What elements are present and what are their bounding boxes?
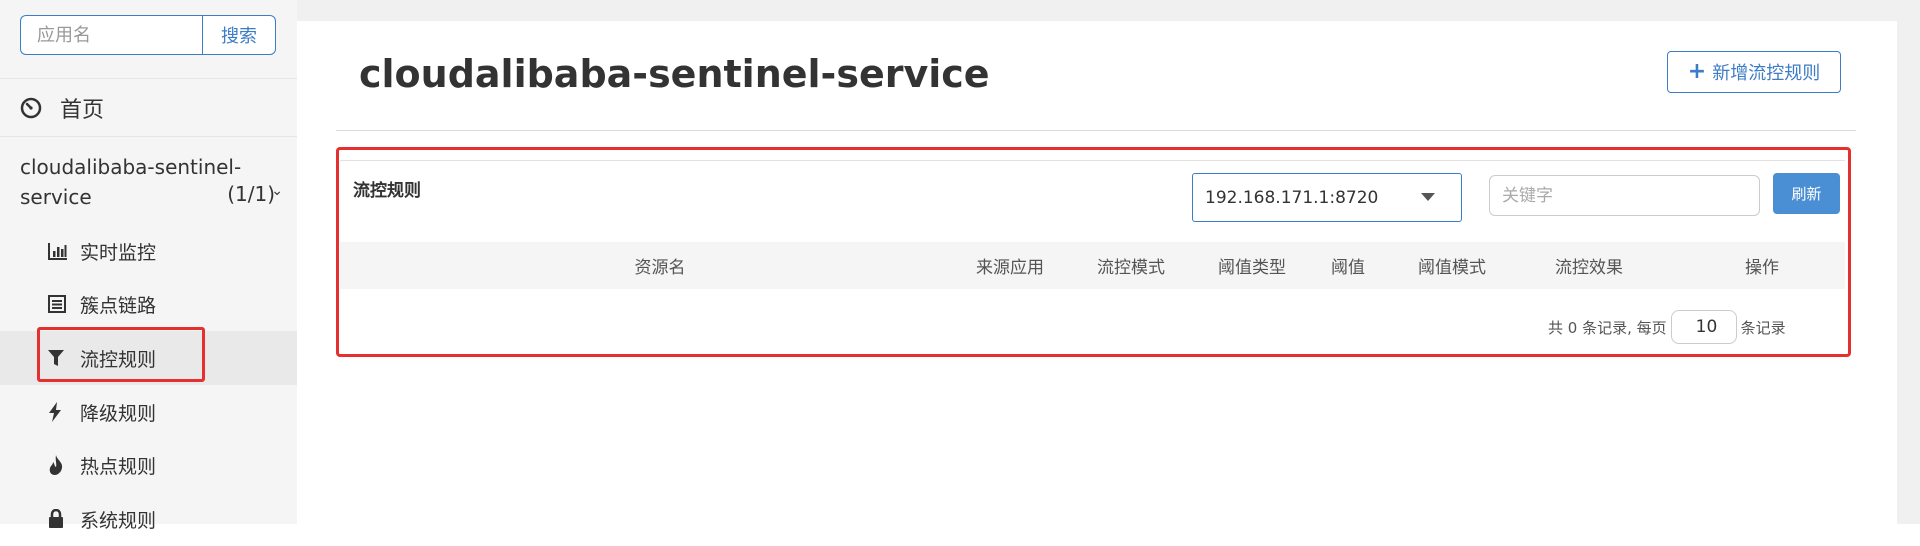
- sidebar-item-home-label: 首页: [60, 98, 105, 123]
- dashboard-icon: [20, 97, 42, 119]
- add-flow-rule-button[interactable]: + 新增流控规则: [1667, 51, 1841, 93]
- sidebar-item-label: 降级规则: [80, 402, 157, 425]
- sidebar-item-cluster-link[interactable]: 簇点链路: [0, 277, 297, 331]
- sidebar-divider: [0, 136, 297, 137]
- sidebar: 搜索 首页 cloudalibaba-sentinel-service (1/1…: [0, 0, 297, 532]
- sidebar-item-system-rules[interactable]: 系统规则: [0, 492, 297, 546]
- plus-icon: +: [1687, 59, 1707, 84]
- right-scroll-strip: [1897, 0, 1920, 524]
- highlight-box: [336, 147, 1851, 357]
- page-title: cloudalibaba-sentinel-service: [359, 52, 990, 96]
- chevron-down-icon[interactable]: ⌄: [271, 183, 283, 199]
- add-flow-rule-label: 新增流控规则: [1712, 63, 1821, 84]
- divider: [336, 130, 1856, 131]
- sidebar-item-hotspot-rules[interactable]: 热点规则: [0, 438, 297, 492]
- sidebar-item-label: 实时监控: [80, 241, 157, 264]
- app-search-input[interactable]: [20, 15, 202, 55]
- bar-chart-icon: [48, 242, 74, 260]
- sidebar-app-count: (1/1): [227, 182, 275, 206]
- list-icon: [48, 295, 74, 313]
- app-search: 搜索: [20, 15, 276, 55]
- sidebar-item-realtime-monitor[interactable]: 实时监控: [0, 224, 297, 278]
- sidebar-item-label: 簇点链路: [80, 294, 157, 317]
- app-search-button[interactable]: 搜索: [202, 15, 276, 55]
- flash-icon: [48, 402, 74, 422]
- fire-icon: [48, 455, 74, 475]
- highlight-box: [37, 327, 205, 382]
- sidebar-divider: [0, 78, 297, 79]
- top-strip: [297, 0, 1897, 21]
- sidebar-item-label: 系统规则: [80, 509, 157, 532]
- lock-icon: [48, 509, 74, 529]
- sidebar-item-home[interactable]: 首页: [20, 92, 104, 124]
- sidebar-item-label: 热点规则: [80, 455, 157, 478]
- sidebar-item-degrade-rules[interactable]: 降级规则: [0, 385, 297, 439]
